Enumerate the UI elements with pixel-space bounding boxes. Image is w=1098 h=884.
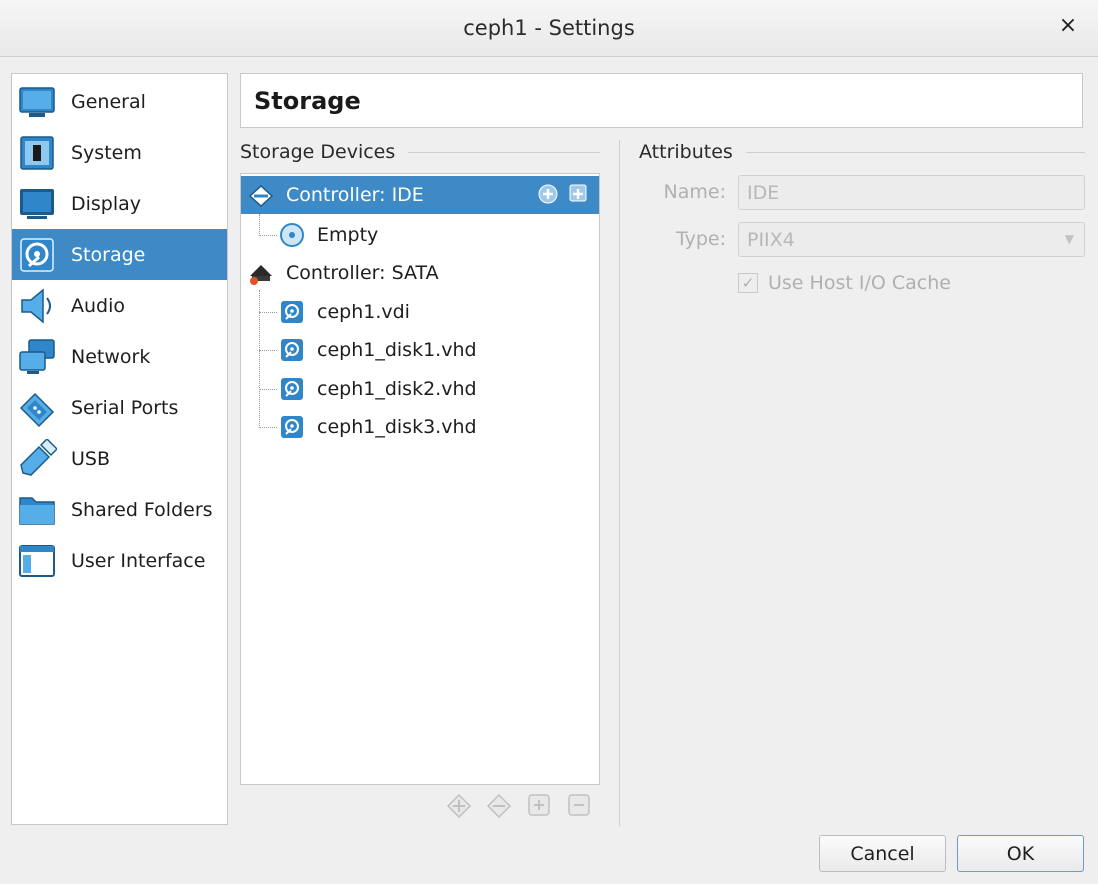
host-io-cache-label: Use Host I/O Cache (768, 272, 951, 294)
controller-icon (250, 265, 272, 285)
tree-item-empty[interactable]: Empty (241, 216, 599, 254)
add-hard-disk-icon[interactable] (567, 182, 591, 206)
sidebar-item-audio[interactable]: Audio (12, 280, 227, 331)
tree-item-disk[interactable]: ceph1.vdi (241, 293, 599, 331)
tree-item-label: Empty (317, 224, 379, 246)
hard-disk-icon (281, 301, 303, 323)
tree-item-label: Controller: SATA (286, 262, 439, 284)
sidebar-item-serial-ports[interactable]: Serial Ports (12, 382, 227, 433)
tree-item-disk[interactable]: ceph1_disk2.vhd (241, 370, 599, 408)
ok-button[interactable]: OK (957, 835, 1084, 872)
ok-button-label: OK (1006, 842, 1035, 865)
panel-divider (619, 140, 620, 826)
sidebar-item-label: Audio (71, 294, 126, 317)
section-divider (746, 152, 1085, 153)
sidebar-item-label: Display (71, 192, 142, 215)
sidebar-item-label: USB (71, 447, 111, 470)
network-icon (19, 338, 55, 374)
system-icon (20, 135, 54, 170)
sidebar-item-label: General (71, 90, 146, 113)
storage-toolbar (446, 792, 592, 818)
tree-item-label: ceph1.vdi (317, 301, 410, 323)
tree-item-disk[interactable]: ceph1_disk1.vhd (241, 331, 599, 369)
storage-tree[interactable]: Controller: IDE Empty Controller: SATA c… (240, 173, 600, 785)
sidebar-item-usb[interactable]: USB (12, 433, 227, 484)
tree-item-label: ceph1_disk3.vhd (317, 416, 477, 438)
tree-item-label: Controller: IDE (286, 184, 424, 206)
settings-category-list: General System Display Storage Audio Net… (11, 73, 228, 825)
window-title: ceph1 - Settings (463, 16, 635, 40)
sidebar-item-label: System (71, 141, 142, 164)
page-header: Storage (240, 73, 1083, 128)
name-field-value: IDE (747, 181, 780, 204)
cancel-button[interactable]: Cancel (819, 835, 946, 872)
sidebar-item-display[interactable]: Display (12, 178, 227, 229)
title-bar: ceph1 - Settings × (0, 0, 1098, 57)
add-optical-drive-icon[interactable] (537, 182, 561, 206)
sidebar-item-shared-folders[interactable]: Shared Folders (12, 484, 227, 535)
type-select-value: PIIX4 (747, 228, 795, 251)
add-controller-icon[interactable] (446, 792, 472, 818)
page-title: Storage (254, 86, 361, 115)
add-attachment-icon[interactable] (526, 792, 552, 818)
user-interface-icon (19, 544, 55, 577)
name-field[interactable]: IDE (738, 175, 1085, 210)
sidebar-item-network[interactable]: Network (12, 331, 227, 382)
sidebar-item-label: Storage (71, 243, 146, 266)
storage-icon (20, 237, 54, 272)
sidebar-item-storage[interactable]: Storage (12, 229, 227, 280)
general-icon (19, 86, 55, 117)
chevron-down-icon: ▼ (1064, 232, 1074, 246)
sidebar-item-label: Network (71, 345, 151, 368)
tree-item-controller-ide[interactable]: Controller: IDE (241, 176, 599, 214)
audio-icon (21, 287, 51, 324)
shared-folders-icon (19, 496, 55, 525)
type-select[interactable]: PIIX4 ▼ (738, 222, 1085, 257)
tree-item-controller-sata[interactable]: Controller: SATA (241, 254, 599, 292)
display-icon (20, 188, 54, 219)
serial-ports-icon (19, 392, 55, 427)
hard-disk-icon (281, 378, 303, 400)
cancel-button-label: Cancel (850, 842, 915, 865)
sidebar-item-label: Shared Folders (71, 498, 213, 521)
sidebar-item-system[interactable]: System (12, 127, 227, 178)
type-label: Type: (675, 228, 726, 250)
close-icon[interactable]: × (1056, 14, 1080, 38)
controller-actions (537, 182, 591, 206)
host-io-cache-option[interactable]: ✓ Use Host I/O Cache (738, 272, 951, 294)
hard-disk-icon (281, 416, 303, 438)
storage-devices-label: Storage Devices (240, 141, 396, 163)
attributes-label: Attributes (639, 141, 733, 163)
sidebar-item-label: Serial Ports (71, 396, 179, 419)
usb-icon (20, 438, 57, 476)
sidebar-item-label: User Interface (71, 549, 206, 572)
tree-item-label: ceph1_disk2.vhd (317, 378, 477, 400)
tree-item-label: ceph1_disk1.vhd (317, 339, 477, 361)
optical-disc-icon (280, 223, 304, 247)
tree-item-disk[interactable]: ceph1_disk3.vhd (241, 408, 599, 446)
host-io-cache-checkbox[interactable]: ✓ (738, 273, 758, 293)
section-divider (408, 152, 600, 153)
sidebar-item-user-interface[interactable]: User Interface (12, 535, 227, 586)
name-label: Name: (663, 181, 726, 203)
controller-icon (248, 184, 274, 208)
remove-attachment-icon[interactable] (566, 792, 592, 818)
sidebar-item-general[interactable]: General (12, 76, 227, 127)
remove-controller-icon[interactable] (486, 792, 512, 818)
hard-disk-icon (281, 339, 303, 361)
